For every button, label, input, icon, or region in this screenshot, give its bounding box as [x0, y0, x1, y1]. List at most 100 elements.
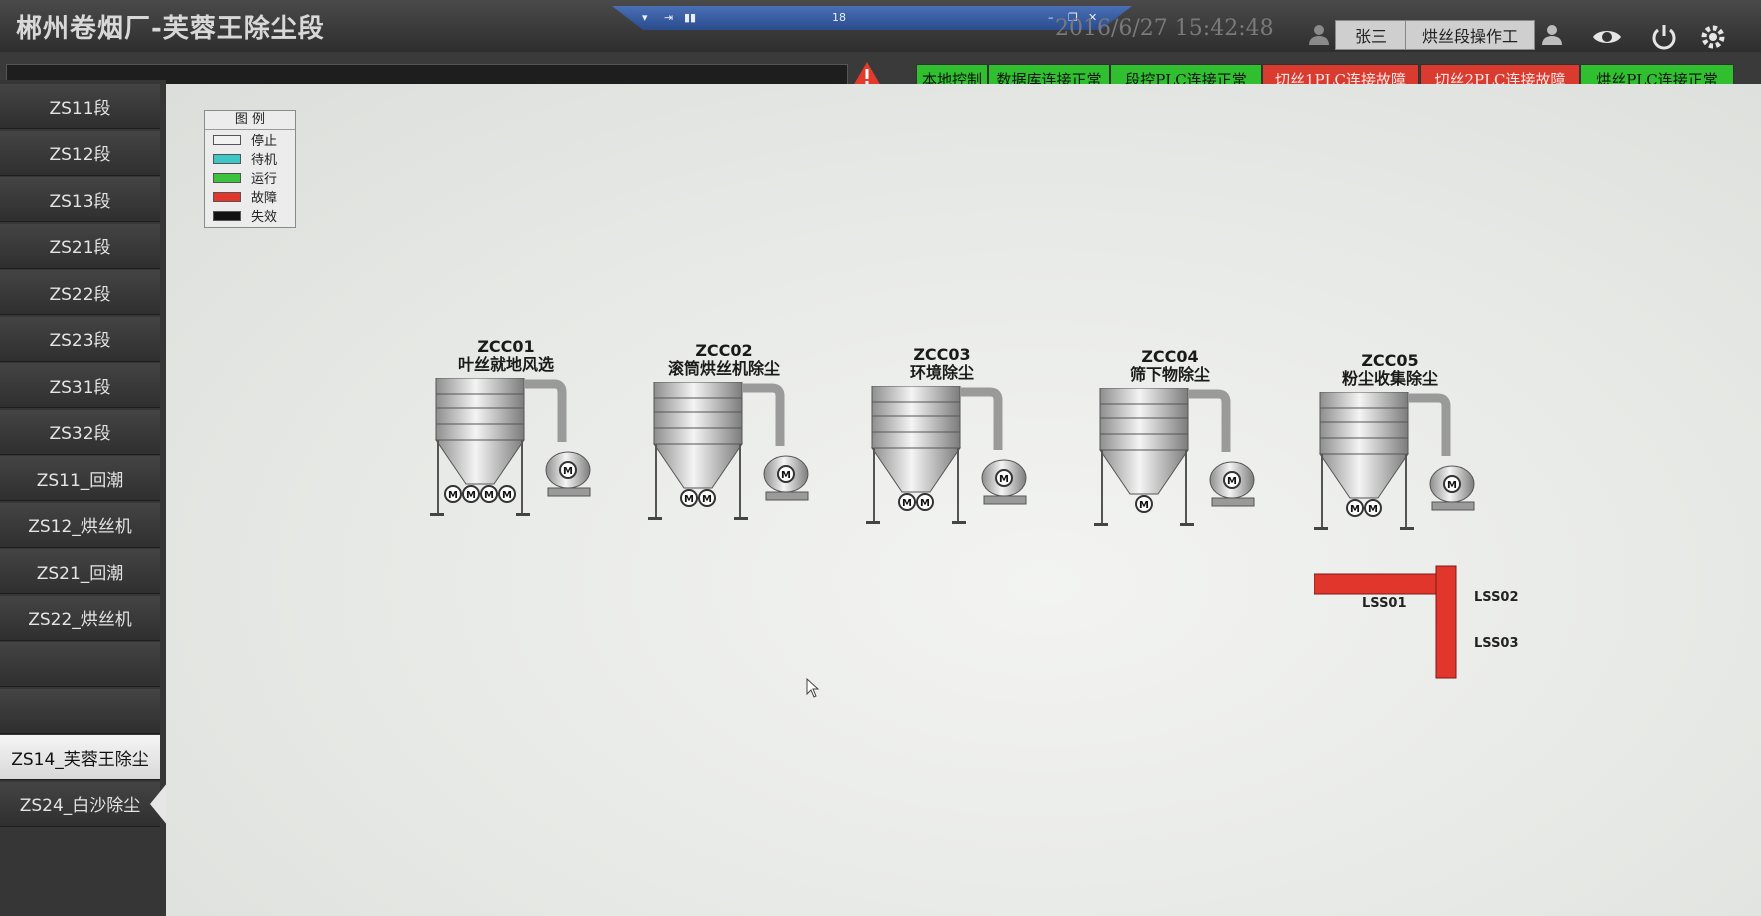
pin-icon[interactable]: ⇥: [664, 11, 673, 24]
legend-swatch: [213, 172, 241, 183]
motor-icon[interactable]: M: [1135, 495, 1153, 513]
motor-icon[interactable]: M: [1364, 499, 1382, 517]
remote-host-text: 18: [832, 11, 846, 24]
eye-icon[interactable]: [1590, 20, 1624, 54]
motor-label: M: [448, 490, 458, 501]
motor-label: M: [902, 498, 912, 509]
motor-icon[interactable]: M: [698, 489, 716, 507]
motor-label: M: [920, 498, 930, 509]
sidebar-item[interactable]: ZS31段: [0, 363, 160, 408]
title-bar: 郴州卷烟厂-芙蓉王除尘段 ▾ ⇥ ▮▮ 18 – ❐ ✕ 2016/6/27 1…: [0, 0, 1761, 52]
unit-name: 环境除尘: [909, 363, 974, 382]
sidebar-item[interactable]: ZS21段: [0, 223, 160, 269]
collector-diagram: M MM: [1314, 392, 1475, 530]
fan-motor-icon[interactable]: M: [995, 469, 1013, 487]
collector-diagram: MM: [1094, 388, 1255, 526]
sidebar-item[interactable]: ZS12_烘丝机: [0, 502, 160, 548]
unit-code: ZCC03: [913, 345, 971, 364]
unit-name: 叶丝就地风选: [457, 355, 554, 374]
unit-name: 粉尘收集除尘: [1341, 369, 1438, 388]
motor-label: M: [1368, 504, 1378, 515]
app-title: 郴州卷烟厂-芙蓉王除尘段: [16, 14, 325, 44]
motor-label: M: [484, 490, 494, 501]
legend-label: 运行: [251, 172, 278, 187]
minimize-icon[interactable]: –: [1048, 11, 1054, 24]
motor-icon[interactable]: M: [1346, 499, 1364, 517]
conveyor-lss02-lss03: [1435, 565, 1457, 679]
sidebar-item[interactable]: ZS24_白沙除尘: [0, 781, 160, 827]
sidebar-item[interactable]: ZS21_回潮: [0, 549, 160, 594]
legend: 图 例 停止 待机 运行 故障 失效: [204, 110, 296, 228]
legend-swatch: [213, 191, 241, 202]
motor-label: M: [702, 494, 712, 505]
fan-motor-icon[interactable]: M: [559, 461, 577, 479]
switch-user-icon[interactable]: [1540, 22, 1564, 46]
motor-label: M: [563, 466, 573, 477]
user-name: 张三: [1335, 20, 1407, 50]
motor-label: M: [999, 474, 1009, 485]
motor-label: M: [684, 494, 694, 505]
sidebar-item[interactable]: ZS32段: [0, 409, 160, 455]
dust-collector-unit[interactable]: ZCC01 叶丝就地风选 M M M M M: [406, 338, 606, 558]
motor-icon[interactable]: M: [680, 489, 698, 507]
fan-motor-icon[interactable]: M: [1443, 475, 1461, 493]
dust-collector-unit[interactable]: ZCC04 筛下物除尘 M M: [1070, 348, 1270, 568]
conveyor-label: LSS03: [1474, 636, 1519, 651]
user-icon: [1309, 25, 1329, 45]
collector-diagram: M MM: [648, 382, 809, 520]
sidebar-item[interactable]: ZS22段: [0, 270, 160, 315]
dust-collector-unit[interactable]: ZCC02 滚筒烘丝机除尘 M M M: [624, 342, 824, 562]
unit-code: ZCC04: [1141, 347, 1199, 366]
motor-label: M: [1447, 480, 1457, 491]
motor-icon[interactable]: M: [462, 485, 480, 503]
sidebar-item[interactable]: ZS13段: [0, 177, 160, 222]
motor-label: M: [1227, 476, 1237, 487]
legend-label: 失效: [251, 210, 278, 225]
motor-label: M: [1350, 504, 1360, 515]
legend-swatch: [213, 210, 241, 221]
gear-icon[interactable]: [1696, 20, 1730, 54]
unit-code: ZCC05: [1361, 351, 1419, 370]
unit-code: ZCC01: [477, 337, 535, 356]
legend-swatch: [213, 134, 241, 145]
conveyor-label: LSS01: [1362, 596, 1407, 611]
legend-item: 失效: [205, 206, 295, 225]
sidebar-item[interactable]: [0, 688, 160, 734]
legend-label: 停止: [251, 134, 278, 149]
sidebar-item[interactable]: ZS12段: [0, 130, 160, 176]
sidebar-item[interactable]: ZS11_回潮: [0, 456, 160, 501]
legend-item: 运行: [205, 168, 295, 187]
dust-collector-unit[interactable]: ZCC05 粉尘收集除尘 M M M: [1290, 352, 1490, 572]
legend-item: 待机: [205, 149, 295, 168]
sidebar-item[interactable]: ZS11段: [0, 84, 160, 129]
legend-item: 停止: [205, 130, 295, 149]
legend-swatch: [213, 153, 241, 164]
sidebar-item[interactable]: ZS23段: [0, 316, 160, 362]
unit-name: 滚筒烘丝机除尘: [667, 359, 780, 378]
fan-motor-icon[interactable]: M: [1223, 471, 1241, 489]
motor-icon[interactable]: M: [498, 485, 516, 503]
unit-name: 筛下物除尘: [1129, 365, 1210, 384]
legend-item: 故障: [205, 187, 295, 206]
power-icon[interactable]: [1647, 20, 1681, 54]
motor-icon[interactable]: M: [480, 485, 498, 503]
sidebar-item[interactable]: ZS22_烘丝机: [0, 595, 160, 641]
mouse-cursor: [806, 678, 820, 698]
main-panel: 图 例 停止 待机 运行 故障 失效 ZCC01 叶丝就地风选 M M M M M ZCC02 滚筒烘丝…: [166, 84, 1761, 916]
remote-session-bar[interactable]: ▾ ⇥ ▮▮ 18 – ❐ ✕: [612, 6, 1132, 30]
sidebar-item[interactable]: ZS14_芙蓉王除尘: [0, 735, 160, 780]
motor-icon[interactable]: M: [898, 493, 916, 511]
legend-label: 故障: [251, 191, 278, 206]
dust-collector-unit[interactable]: ZCC03 环境除尘 M M M: [842, 346, 1042, 566]
motor-icon[interactable]: M: [444, 485, 462, 503]
legend-label: 待机: [251, 153, 278, 168]
collector-diagram: M M M MM: [430, 378, 591, 516]
motor-label: M: [781, 470, 791, 481]
fan-motor-icon[interactable]: M: [777, 465, 795, 483]
sidebar-item[interactable]: [0, 642, 160, 687]
conveyor-lss01: [1314, 573, 1447, 595]
motor-icon[interactable]: M: [916, 493, 934, 511]
dropdown-icon[interactable]: ▾: [642, 11, 648, 24]
conveyor-group: [1314, 565, 1457, 679]
motor-label: M: [1139, 500, 1149, 511]
